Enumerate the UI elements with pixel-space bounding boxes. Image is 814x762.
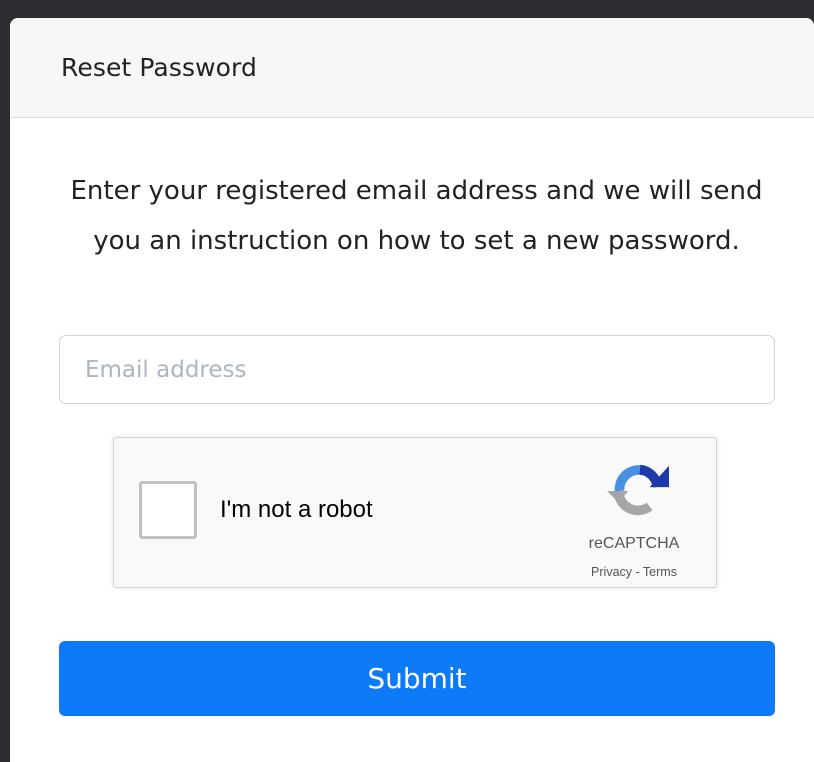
reset-password-card: Reset Password Enter your registered ema…: [10, 18, 814, 762]
recaptcha-privacy-link[interactable]: Privacy: [591, 565, 632, 579]
email-input[interactable]: [59, 335, 775, 404]
recaptcha-widget: I'm not a robot reCAPTCHA Privacy - Term…: [113, 437, 717, 588]
recaptcha-link-separator: -: [632, 565, 643, 579]
recaptcha-logo-icon: [607, 464, 669, 516]
recaptcha-terms-link[interactable]: Terms: [643, 565, 677, 579]
submit-button[interactable]: Submit: [59, 641, 775, 716]
recaptcha-checkbox-label: I'm not a robot: [220, 496, 373, 523]
card-title: Reset Password: [61, 53, 257, 82]
instruction-text: Enter your registered email address and …: [70, 176, 763, 256]
recaptcha-brand: reCAPTCHA: [588, 535, 680, 552]
recaptcha-checkbox[interactable]: [139, 481, 197, 539]
recaptcha-links: Privacy - Terms: [554, 565, 714, 579]
card-header: Reset Password: [10, 18, 814, 118]
